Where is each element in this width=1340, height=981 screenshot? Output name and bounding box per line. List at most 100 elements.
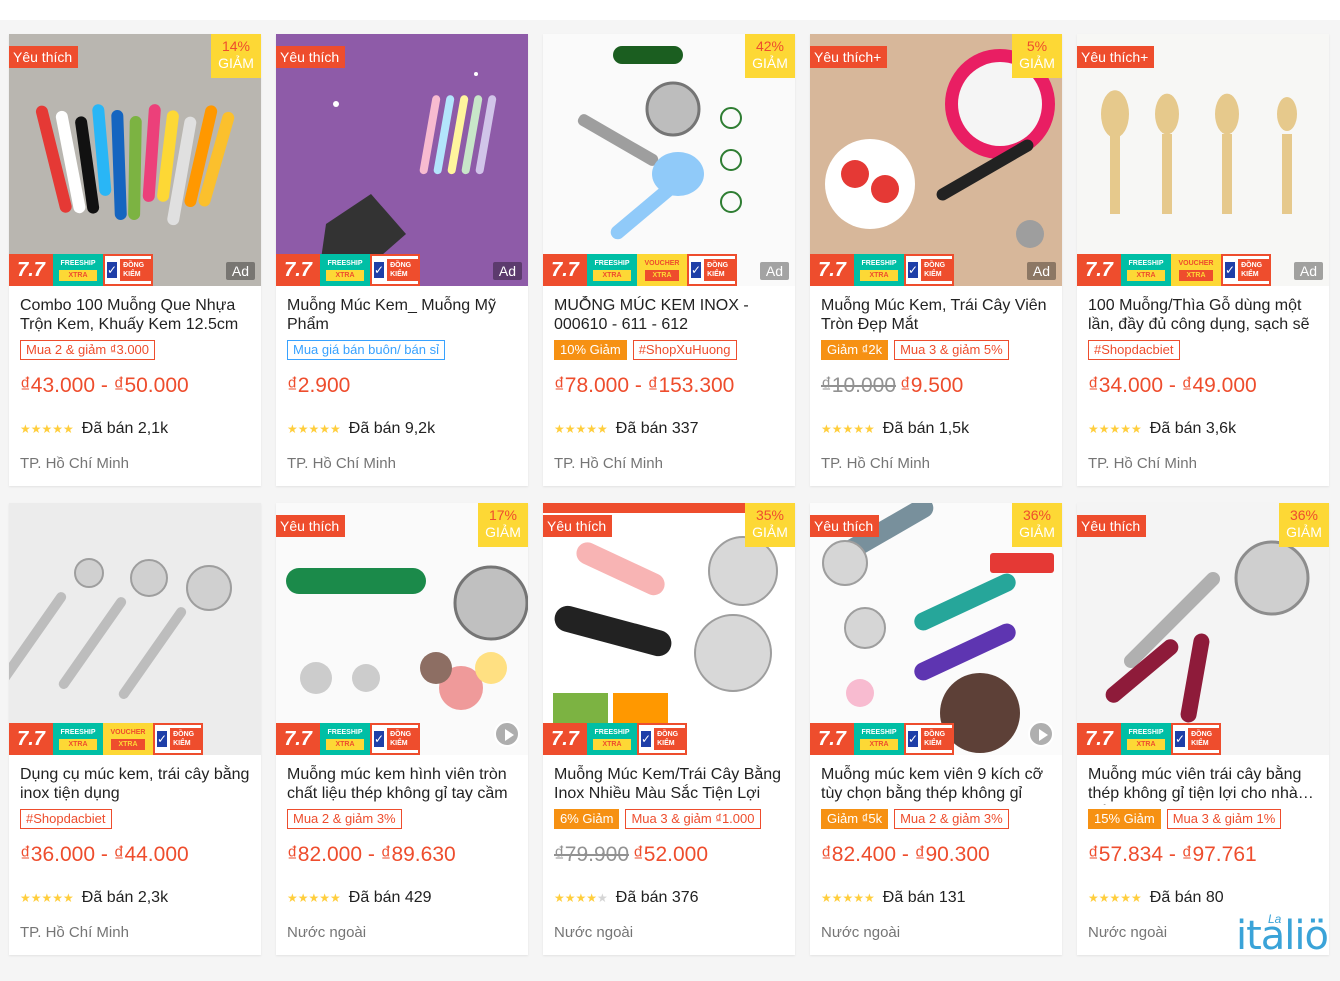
discount-percent: 42% — [755, 38, 785, 54]
check-icon: ✓ — [1225, 262, 1236, 278]
dong-kiem-label: ĐỒNG KIỂM — [921, 728, 952, 750]
star-rating-icon: ★★★★★ — [821, 891, 875, 905]
product-tags: #Shopdacbiet — [1088, 340, 1180, 360]
freeship-label: FREESHIP — [861, 729, 897, 736]
product-tag: 15% Giảm — [1088, 809, 1161, 829]
product-card[interactable]: Yêu thích 35% GIẢM 7.7 FREESHIP XTRA ✓ ĐỒNG K… — [543, 503, 795, 955]
product-tag: Mua 2 & giảm 3% — [287, 809, 402, 829]
voucher-xtra-label: XTRA — [1179, 270, 1213, 281]
current-price: ₫57.834 - ₫97.761 — [1088, 843, 1257, 866]
old-price: ₫79.900 — [554, 843, 630, 866]
product-card[interactable]: Yêu thích 36% GIẢM 7.7 FREESHIP XTRA ✓ ĐỒNG K… — [810, 503, 1062, 955]
play-video-icon[interactable] — [1028, 721, 1054, 747]
promo-strip: 7.7 FREESHIP XTRA ✓ ĐỒNG KIỂM — [1077, 723, 1221, 755]
product-name[interactable]: Combo 100 Muỗng Que Nhựa Trộn Kem, Khuấy… — [20, 296, 252, 336]
dong-kiem-badge: ✓ ĐỒNG KIỂM — [904, 723, 954, 755]
product-image[interactable]: 7.7 FREESHIP XTRA VOUCHER XTRA ✓ ĐỒNG KIỂM — [9, 503, 261, 755]
product-tags: Mua 2 & giảm 3% — [287, 809, 402, 829]
sold-count: Đã bán 376 — [615, 889, 699, 906]
check-icon: ✓ — [374, 731, 385, 747]
product-tags: Giảm ₫5k Mua 2 & giảm 3% — [821, 809, 1009, 829]
star-rating-icon: ★★★★★ — [287, 422, 341, 436]
ad-label: Ad — [492, 262, 522, 280]
product-price: ₫43.000 - ₫50.000 — [20, 374, 189, 398]
product-card[interactable]: Yêu thích+ 5% GIẢM 7.7 FREESHIP XTRA ✓ ĐỒNG K… — [810, 34, 1062, 486]
product-price: ₫2.900 — [287, 374, 350, 398]
ad-label: Ad — [1026, 262, 1056, 280]
dong-kiem-label: ĐỒNG KIỂM — [654, 728, 685, 750]
product-image[interactable]: Yêu thích+ 5% GIẢM 7.7 FREESHIP XTRA ✓ ĐỒNG K… — [810, 34, 1062, 286]
product-image[interactable]: Yêu thích 17% GIẢM 7.7 FREESHIP XTRA ✓ ĐỒNG K… — [276, 503, 528, 755]
wooden-spoons-image — [1077, 34, 1329, 286]
promo-strip: 7.7 FREESHIP XTRA ✓ ĐỒNG KIỂM — [276, 723, 420, 755]
discount-badge: 35% GIẢM — [745, 503, 795, 547]
favorite-badge: Yêu thích — [543, 515, 613, 537]
product-image[interactable]: Yêu thích 14% GIẢM 7.7 FREESHIP XTRA ✓ ĐỒNG K… — [9, 34, 261, 286]
sold-count: Đã bán 337 — [615, 420, 699, 437]
ad-label: Ad — [225, 262, 255, 280]
product-image[interactable]: Yêu thích 36% GIẢM 7.7 FREESHIP XTRA ✓ ĐỒNG K… — [1077, 503, 1329, 755]
shop-location: Nước ngoài — [1088, 924, 1168, 941]
freeship-label: FREESHIP — [60, 729, 96, 736]
discount-badge: 14% GIẢM — [211, 34, 261, 78]
product-image[interactable]: Yêu thích+ 7.7 FREESHIP XTRA VOUCHER XTRA ✓ Đ… — [1077, 34, 1329, 286]
product-name[interactable]: Dụng cụ múc kem, trái cây bằng inox tiện… — [20, 765, 252, 805]
sold-count: Đã bán 1,5k — [882, 420, 970, 437]
xtra-label: XTRA — [1127, 270, 1165, 281]
favorite-badge: Yêu thích — [276, 46, 346, 68]
freeship-badge: FREESHIP XTRA — [320, 723, 370, 755]
promo-77-badge: 7.7 — [276, 254, 320, 286]
product-card[interactable]: Yêu thích 36% GIẢM 7.7 FREESHIP XTRA ✓ ĐỒNG K… — [1077, 503, 1329, 955]
product-tag: Mua giá bán buôn/ bán sỉ — [287, 340, 445, 360]
product-card[interactable]: 42% GIẢM 7.7 FREESHIP XTRA VOUCHER XTRA ✓ ĐỒNG… — [543, 34, 795, 486]
product-price: ₫78.000 - ₫153.300 — [554, 374, 734, 398]
product-name[interactable]: Muỗng Múc Kem_ Muỗng Mỹ Phẩm — [287, 296, 519, 336]
product-tag: Mua 3 & giảm 5% — [894, 340, 1009, 360]
dong-kiem-badge: ✓ ĐỒNG KIỂM — [687, 254, 737, 286]
product-name[interactable]: Muỗng Múc Kem, Trái Cây Viên Tròn Đẹp Mắ… — [821, 296, 1053, 336]
rating-row: ★★★★★ Đã bán 429 — [287, 889, 432, 907]
product-card[interactable]: Yêu thích 14% GIẢM 7.7 FREESHIP XTRA ✓ ĐỒNG K… — [9, 34, 261, 486]
rating-row: ★★★★★ Đã bán 131 — [821, 889, 966, 907]
promo-strip: 7.7 FREESHIP XTRA ✓ ĐỒNG KIỂM — [543, 723, 687, 755]
product-image[interactable]: Yêu thích 36% GIẢM 7.7 FREESHIP XTRA ✓ ĐỒNG K… — [810, 503, 1062, 755]
product-name[interactable]: Muỗng múc kem hình viên tròn chất liệu t… — [287, 765, 519, 805]
discount-percent: 35% — [755, 507, 785, 523]
current-price: ₫52.000 — [633, 843, 709, 866]
product-tag: #Shopdacbiet — [1088, 340, 1180, 360]
product-image[interactable]: 42% GIẢM 7.7 FREESHIP XTRA VOUCHER XTRA ✓ ĐỒNG… — [543, 34, 795, 286]
current-price: ₫36.000 - ₫44.000 — [20, 843, 189, 866]
product-tag: Giảm ₫5k — [821, 809, 889, 829]
product-name[interactable]: MUỖNG MÚC KEM INOX - 000610 - 611 - 612 — [554, 296, 786, 336]
star-rating-icon: ★★★★★ — [1088, 891, 1142, 905]
product-price: ₫10.000 ₫9.500 — [821, 374, 963, 398]
product-image[interactable]: Yêu thích 35% GIẢM 7.7 FREESHIP XTRA ✓ ĐỒNG K… — [543, 503, 795, 755]
product-image[interactable]: Yêu thích 7.7 FREESHIP XTRA ✓ ĐỒNG KIỂM Ad — [276, 34, 528, 286]
product-name[interactable]: 100 Muỗng/Thìa Gỗ dùng một lần, đầy đủ c… — [1088, 296, 1320, 336]
product-price: ₫34.000 - ₫49.000 — [1088, 374, 1257, 398]
product-name[interactable]: Muỗng múc viên trái cây bằng thép không … — [1088, 765, 1320, 805]
rating-row: ★★★★★ Đã bán 80 — [1088, 889, 1224, 907]
play-video-icon[interactable] — [494, 721, 520, 747]
star-rating-icon: ★★★★★ — [287, 891, 341, 905]
freeship-label: FREESHIP — [327, 260, 363, 267]
check-icon: ✓ — [374, 262, 385, 278]
product-card[interactable]: Yêu thích 17% GIẢM 7.7 FREESHIP XTRA ✓ ĐỒNG K… — [276, 503, 528, 955]
rating-row: ★★★★★ Đã bán 2,1k — [20, 420, 168, 438]
product-card[interactable]: Yêu thích+ 7.7 FREESHIP XTRA VOUCHER XTRA ✓ Đ… — [1077, 34, 1329, 486]
dong-kiem-badge: ✓ ĐỒNG KIỂM — [904, 254, 954, 286]
dong-kiem-badge: ✓ ĐỒNG KIỂM — [637, 723, 687, 755]
promo-strip: 7.7 FREESHIP XTRA ✓ ĐỒNG KIỂM — [9, 254, 153, 286]
product-card[interactable]: Yêu thích 7.7 FREESHIP XTRA ✓ ĐỒNG KIỂM Ad Mu… — [276, 34, 528, 486]
discount-label: GIẢM — [752, 524, 788, 540]
sold-count: Đã bán 429 — [348, 889, 432, 906]
voucher-label: VOUCHER — [644, 260, 680, 267]
promo-77-badge: 7.7 — [1077, 723, 1121, 755]
product-name[interactable]: Muỗng Múc Kem/Trái Cây Bằng Inox Nhiều M… — [554, 765, 786, 805]
sold-count: Đã bán 80 — [1149, 889, 1224, 906]
product-tag: #ShopXuHuong — [632, 340, 737, 360]
promo-strip: 7.7 FREESHIP XTRA ✓ ĐỒNG KIỂM — [810, 723, 954, 755]
product-name[interactable]: Muỗng múc kem viên 9 kích cỡ tùy chọn bằ… — [821, 765, 1053, 805]
product-tag: Giảm ₫2k — [821, 340, 889, 360]
product-card[interactable]: 7.7 FREESHIP XTRA VOUCHER XTRA ✓ ĐỒNG KIỂM Dụn… — [9, 503, 261, 955]
